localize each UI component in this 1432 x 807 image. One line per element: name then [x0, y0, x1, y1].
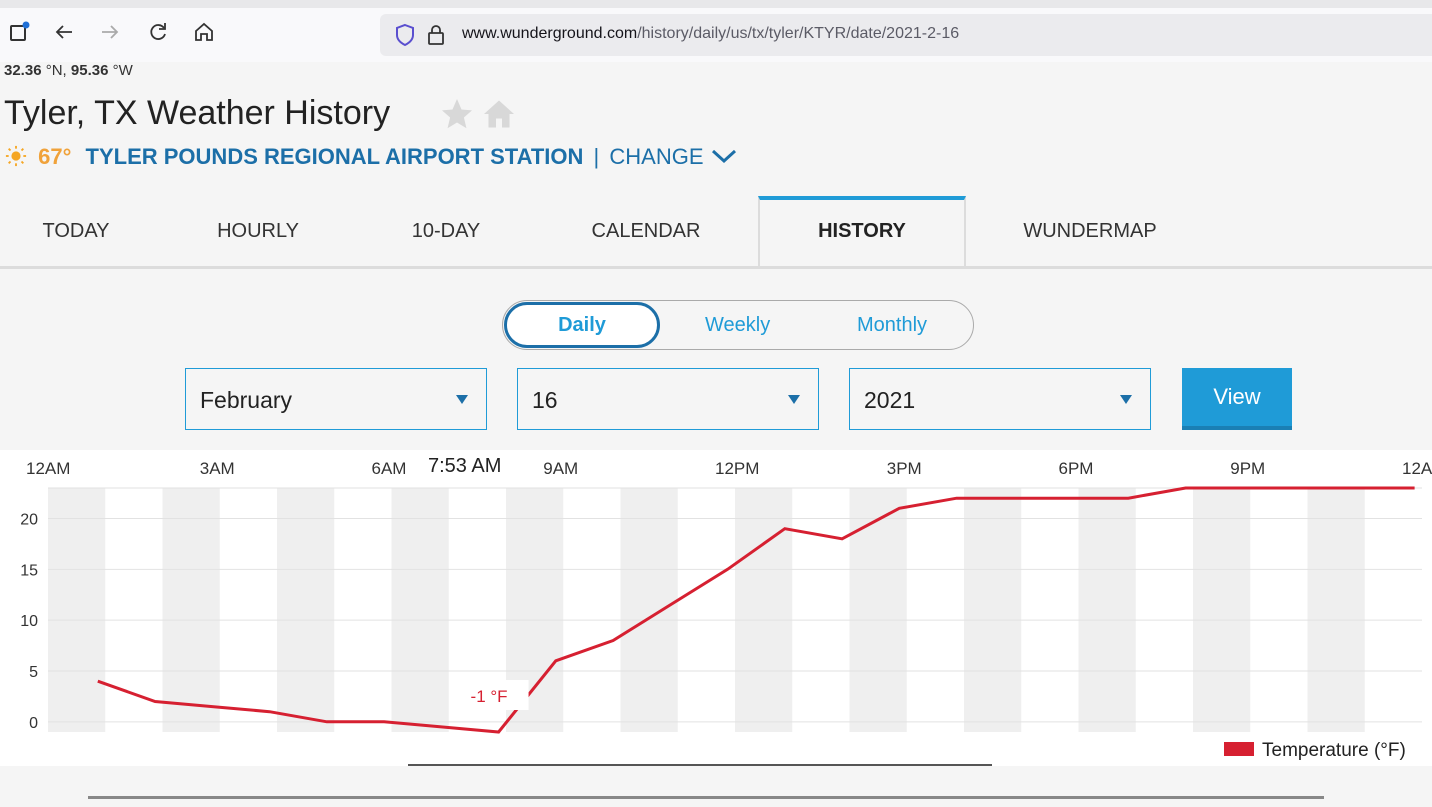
- coordinates: 32.36 °N, 95.36 °W: [4, 62, 133, 79]
- year-value: 2021: [864, 387, 916, 413]
- nav-tabs: TODAY HOURLY 10-DAY CALENDAR HISTORY WUN…: [0, 196, 1432, 268]
- x-tick-label: 12PM: [715, 459, 759, 478]
- home-icon[interactable]: [192, 20, 216, 49]
- lock-icon[interactable]: [426, 23, 446, 52]
- hour-band: [1193, 488, 1251, 732]
- home-location-icon[interactable]: [480, 100, 518, 136]
- tracking-shield-icon[interactable]: [394, 23, 416, 52]
- favorite-star-icon[interactable]: [438, 99, 480, 136]
- temperature-chart[interactable]: 0 5 10 15 20 12AM 3AM 6AM 9AM 12PM 3PM 6PM 9PM 12AM 7:…: [0, 450, 1432, 766]
- station-row: 67° TYLER POUNDS REGIONAL AIRPORT STATIO…: [4, 144, 738, 170]
- tab-wundermap[interactable]: WUNDERMAP: [1010, 220, 1170, 243]
- legend-swatch: [1224, 742, 1254, 756]
- page-title: Tyler, TX Weather History: [4, 94, 391, 132]
- current-temperature: 67°: [38, 144, 72, 169]
- x-tick-label: 3AM: [200, 459, 235, 478]
- hour-band: [1078, 488, 1136, 732]
- caret-down-icon: [788, 395, 800, 404]
- station-name[interactable]: TYLER POUNDS REGIONAL AIRPORT STATION: [86, 144, 584, 169]
- tab-strip: [0, 0, 1432, 8]
- chevron-down-icon[interactable]: [710, 144, 738, 169]
- sun-icon: [4, 144, 34, 169]
- period-toggle: Daily Weekly Monthly: [502, 300, 974, 350]
- tabs-divider: [0, 266, 1432, 269]
- hour-band: [277, 488, 335, 732]
- hour-band: [162, 488, 220, 732]
- daily-option[interactable]: Daily: [504, 302, 660, 348]
- url-text[interactable]: www.wunderground.com/history/daily/us/tx…: [462, 25, 959, 43]
- month-value: February: [200, 387, 293, 413]
- y-tick-label: 0: [29, 715, 38, 732]
- back-arrow-icon[interactable]: [52, 20, 76, 49]
- hour-band: [1307, 488, 1365, 732]
- x-tick-label: 12AM: [1402, 459, 1432, 478]
- tab-10-day[interactable]: 10-DAY: [370, 220, 522, 243]
- hour-band: [620, 488, 678, 732]
- hour-band: [48, 488, 106, 732]
- y-tick-label: 5: [29, 664, 38, 681]
- caret-down-icon: [1120, 395, 1132, 404]
- hour-band: [735, 488, 793, 732]
- x-tick-label: 9AM: [543, 459, 578, 478]
- cursor-time-label: 7:53 AM: [428, 455, 501, 477]
- change-station-link[interactable]: CHANGE: [609, 144, 703, 169]
- scroll-divider: [408, 764, 992, 766]
- forward-arrow-icon[interactable]: [98, 20, 122, 49]
- x-tick-label: 6AM: [372, 459, 407, 478]
- view-button[interactable]: View: [1182, 368, 1292, 430]
- x-tick-label: 3PM: [887, 459, 922, 478]
- horizontal-scrollbar[interactable]: [88, 796, 1324, 799]
- x-tick-label: 9PM: [1230, 459, 1265, 478]
- year-select[interactable]: 2021: [849, 368, 1151, 430]
- url-domain: www.wunderground.com: [462, 25, 638, 42]
- min-temp-label: -1 °F: [471, 687, 508, 706]
- x-tick-label: 12AM: [26, 459, 70, 478]
- latitude-unit: °N,: [45, 62, 67, 79]
- latitude: 32.36: [4, 62, 42, 79]
- y-tick-label: 10: [20, 613, 38, 630]
- station-separator: |: [593, 144, 600, 169]
- longitude-unit: °W: [112, 62, 133, 79]
- y-tick-label: 20: [20, 512, 38, 529]
- hour-band: [849, 488, 907, 732]
- browser-toolbar: www.wunderground.com/history/daily/us/tx…: [0, 0, 1432, 62]
- url-path: /history/daily/us/tx/tyler/KTYR/date/202…: [637, 25, 960, 42]
- longitude: 95.36: [70, 62, 109, 79]
- hour-band: [391, 488, 449, 732]
- x-tick-label: 6PM: [1059, 459, 1094, 478]
- weekly-option[interactable]: Weekly: [705, 314, 770, 337]
- day-select[interactable]: 16: [517, 368, 819, 430]
- monthly-option[interactable]: Monthly: [857, 314, 927, 337]
- tab-hourly[interactable]: HOURLY: [182, 220, 334, 243]
- tab-calendar[interactable]: CALENDAR: [570, 220, 722, 243]
- legend-label: Temperature (°F): [1262, 740, 1406, 761]
- tab-history[interactable]: HISTORY: [758, 196, 966, 268]
- address-bar[interactable]: www.wunderground.com/history/daily/us/tx…: [380, 14, 1432, 56]
- month-select[interactable]: February: [185, 368, 487, 430]
- tab-today[interactable]: TODAY: [0, 220, 152, 243]
- title-actions: [438, 96, 518, 137]
- reload-icon[interactable]: [146, 20, 170, 49]
- day-value: 16: [532, 387, 558, 413]
- caret-down-icon: [456, 395, 468, 404]
- y-tick-label: 15: [20, 562, 38, 579]
- hour-band: [964, 488, 1022, 732]
- tab-manager-icon[interactable]: [8, 20, 32, 49]
